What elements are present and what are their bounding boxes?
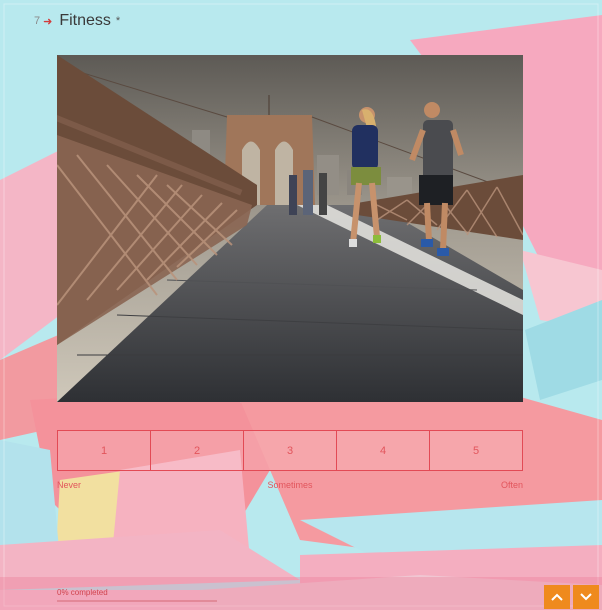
rating-option-1[interactable]: 1 — [58, 431, 151, 470]
arrow-right-icon: ➜ — [43, 15, 53, 28]
rating-option-2[interactable]: 2 — [151, 431, 244, 470]
question-header: 7 ➜ Fitness * — [34, 12, 120, 30]
question-number: 7 — [34, 15, 41, 27]
scale-labels: Never Sometimes Often — [57, 480, 523, 494]
footer-bar: 0% completed — [0, 577, 602, 610]
rating-option-5[interactable]: 5 — [430, 431, 522, 470]
question-image — [57, 55, 523, 402]
rating-scale: 1 2 3 4 5 — [57, 430, 523, 471]
chevron-down-icon — [580, 593, 592, 601]
progress-bar — [57, 600, 217, 602]
previous-button[interactable] — [544, 585, 570, 609]
next-button[interactable] — [573, 585, 599, 609]
chevron-up-icon — [551, 593, 563, 601]
scale-label-mid: Sometimes — [267, 480, 313, 490]
progress-text: 0% completed — [57, 588, 108, 597]
scale-label-high: Often — [500, 480, 523, 490]
question-title: Fitness — [59, 12, 111, 29]
rating-option-4[interactable]: 4 — [337, 431, 430, 470]
required-mark: * — [115, 15, 121, 27]
rating-option-3[interactable]: 3 — [244, 431, 337, 470]
